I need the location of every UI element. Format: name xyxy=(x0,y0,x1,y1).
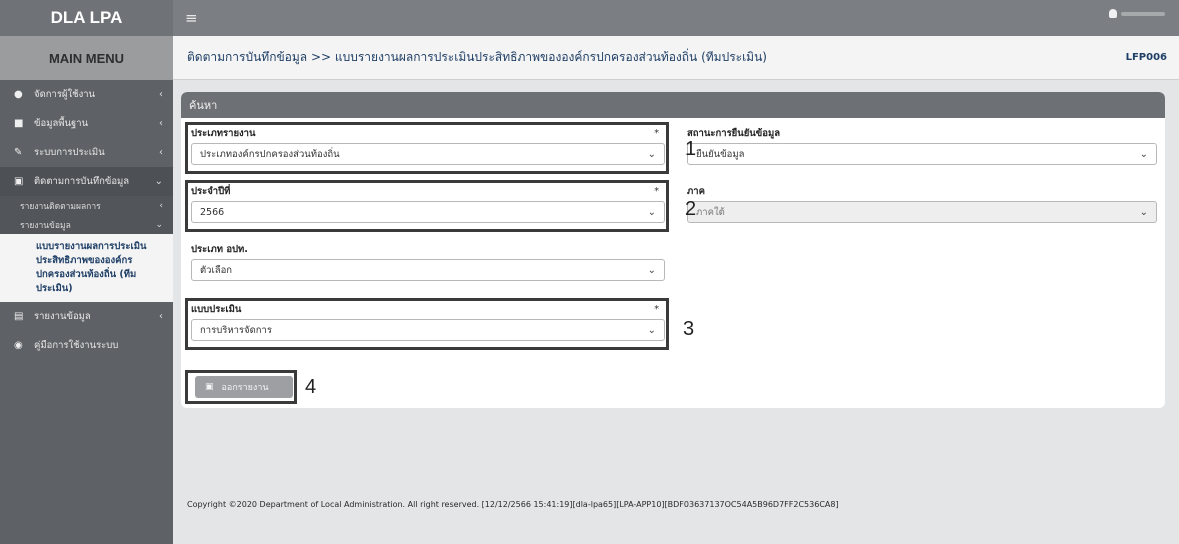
step-number-4: 4 xyxy=(305,376,317,398)
chevron-down-icon: ⌄ xyxy=(1139,148,1148,160)
chevron-left-icon: ‹ xyxy=(159,147,163,158)
chevron-down-icon: ⌄ xyxy=(155,219,163,230)
breadcrumb-bar: ติดตามการบันทึกข้อมูล >> แบบรายงานผลการป… xyxy=(173,36,1179,80)
file-icon: ▣ xyxy=(14,176,24,187)
chevron-left-icon: ‹ xyxy=(159,200,163,211)
panel-title: ค้นหา xyxy=(181,92,1165,118)
breadcrumb: ติดตามการบันทึกข้อมูล >> แบบรายงานผลการป… xyxy=(187,50,767,64)
sidebar-item-basic-data[interactable]: ■ ข้อมูลพื้นฐาน ‹ xyxy=(0,109,173,138)
confirm-status-label: สถานะการยืนยันข้อมูล xyxy=(687,127,781,139)
chevron-down-icon: ⌄ xyxy=(647,264,656,276)
sidebar-active-leaf[interactable]: แบบรายงานผลการประเมินประสิทธิภาพขององค์ก… xyxy=(0,234,173,302)
sidebar: MAIN MENU ● จัดการผู้ใช้งาน ‹ ■ ข้อมูลพื… xyxy=(0,36,173,544)
user-icon xyxy=(1109,9,1117,18)
step-number-3: 3 xyxy=(683,318,695,340)
org-type-label: ประเภท อปท. xyxy=(191,243,248,255)
confirm-status-value: ยืนยันข้อมูล xyxy=(696,148,745,160)
copyright-footer: Copyright ©2020 Department of Local Admi… xyxy=(187,500,839,509)
highlight-box-1 xyxy=(185,122,669,174)
sidebar-item-label: ข้อมูลพื้นฐาน xyxy=(34,118,89,129)
hamburger-menu-icon[interactable]: ≡ xyxy=(185,9,198,27)
sidebar-item-label: ระบบการประเมิน xyxy=(34,147,105,158)
sidebar-item-tracking[interactable]: ▣ ติดตามการบันทึกข้อมูล ⌄ xyxy=(0,167,173,196)
sidebar-item-manual[interactable]: ◉ คู่มือการใช้งานระบบ xyxy=(0,331,173,360)
sidebar-item-label: คู่มือการใช้งานระบบ xyxy=(34,340,119,351)
main-content: ติดตามการบันทึกข้อมูล >> แบบรายงานผลการป… xyxy=(173,36,1179,544)
org-type-field: ประเภท อปท. ตัวเลือก ⌄ xyxy=(191,242,665,281)
edit-icon: ✎ xyxy=(14,147,23,158)
step-number-2: 2 xyxy=(685,198,697,220)
highlight-box-2 xyxy=(185,180,669,232)
search-panel: ค้นหา ประเภทรายงาน * ประเภทองค์กรปกครองส… xyxy=(181,92,1165,408)
sidebar-item-label: รายงานข้อมูล xyxy=(34,311,91,322)
top-nav: ≡ xyxy=(173,0,1179,36)
chevron-left-icon: ‹ xyxy=(159,89,163,100)
sidebar-item-user-management[interactable]: ● จัดการผู้ใช้งาน ‹ xyxy=(0,80,173,109)
region-value: ภาคใต้ xyxy=(696,206,725,218)
user-menu[interactable] xyxy=(1109,9,1165,18)
highlight-box-3 xyxy=(185,298,669,350)
sidebar-subitem-data-report[interactable]: รายงานข้อมูล ⌄ xyxy=(0,215,173,234)
confirm-status-field: สถานะการยืนยันข้อมูล ยืนยันข้อมูล ⌄ xyxy=(687,126,1157,165)
chevron-left-icon: ‹ xyxy=(159,311,163,322)
chart-icon: ▤ xyxy=(14,311,24,322)
org-type-select[interactable]: ตัวเลือก ⌄ xyxy=(191,259,665,281)
step-number-1: 1 xyxy=(685,138,697,160)
sidebar-item-label: จัดการผู้ใช้งาน xyxy=(34,89,96,100)
sidebar-subitem-label: รายงานข้อมูล xyxy=(20,220,71,231)
globe-icon: ◉ xyxy=(14,340,23,351)
database-icon: ■ xyxy=(14,118,24,129)
chevron-left-icon: ‹ xyxy=(159,118,163,129)
sidebar-subitem-label: รายงานติดตามผลการ xyxy=(20,201,101,212)
sidebar-item-data-report[interactable]: ▤ รายงานข้อมูล ‹ xyxy=(0,302,173,331)
sidebar-subitem-tracking-report[interactable]: รายงานติดตามผลการ ‹ xyxy=(0,196,173,215)
sidebar-item-assessment-system[interactable]: ✎ ระบบการประเมิน ‹ xyxy=(0,138,173,167)
menu-header: MAIN MENU xyxy=(0,36,173,80)
sidebar-item-label: ติดตามการบันทึกข้อมูล xyxy=(34,176,130,187)
region-field: ภาค ภาคใต้ ⌄ xyxy=(687,184,1157,223)
region-label: ภาค xyxy=(687,185,705,197)
chevron-down-icon: ⌄ xyxy=(1139,206,1148,218)
brand-logo[interactable]: DLA LPA xyxy=(0,0,173,36)
chevron-down-icon: ⌄ xyxy=(154,176,163,187)
top-navbar: DLA LPA ≡ xyxy=(0,0,1179,36)
org-type-value: ตัวเลือก xyxy=(200,264,233,276)
highlight-box-4 xyxy=(185,370,297,404)
region-select[interactable]: ภาคใต้ ⌄ xyxy=(687,201,1157,223)
confirm-status-select[interactable]: ยืนยันข้อมูล ⌄ xyxy=(687,143,1157,165)
user-name xyxy=(1121,11,1165,16)
user-icon: ● xyxy=(14,89,23,100)
page-code: LFP006 xyxy=(1125,52,1167,63)
